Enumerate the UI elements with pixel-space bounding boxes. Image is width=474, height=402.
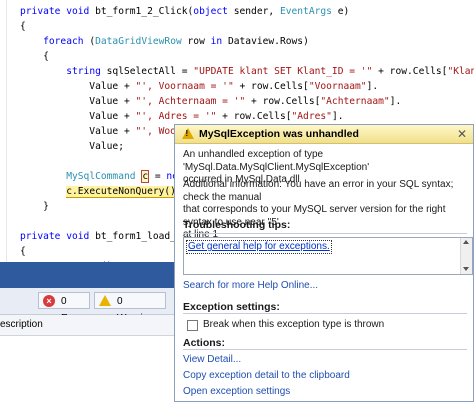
code-token: private void	[20, 6, 96, 17]
warnings-filter-button[interactable]: 0 Warnings	[94, 292, 166, 324]
code-token: Value +	[20, 111, 136, 122]
description-column-header[interactable]: escription	[0, 315, 178, 336]
code-token: "Voornaam"	[308, 81, 367, 92]
code-token: "', Voornaam = '"	[135, 81, 234, 92]
code-token: Value;	[20, 141, 124, 152]
actions-divider	[183, 349, 467, 350]
code-line: string sqlSelectAll = "UPDATE klant SET …	[20, 64, 474, 79]
code-token: sqlSelectAll =	[100, 66, 194, 77]
actions-heading: Actions:	[183, 337, 225, 349]
error-icon: ×	[43, 295, 55, 307]
code-token: ].	[331, 111, 344, 122]
code-token: DataGridViewRow	[95, 36, 182, 47]
code-token: (	[83, 36, 96, 47]
view-detail-link[interactable]: View Detail...	[183, 354, 241, 366]
copy-exception-detail-link[interactable]: Copy exception detail to the clipboard	[183, 370, 350, 382]
code-token: "UPDATE klant SET Klant_ID = '"	[193, 66, 373, 77]
code-token: c	[141, 170, 150, 183]
general-help-link[interactable]: Get general help for exceptions.	[186, 240, 332, 254]
dialog-title-bar: ! MySqlException was unhandled ✕	[175, 125, 473, 144]
code-token: "Adres"	[291, 111, 332, 122]
code-token: "', Adres = '"	[135, 111, 217, 122]
tips-scrollbar[interactable]	[460, 238, 472, 274]
error-list-panel: × 0 Errors 0 Warnings escription	[0, 262, 178, 402]
close-icon[interactable]: ✕	[457, 126, 467, 142]
description-header-label: escription	[0, 319, 43, 330]
code-token: bt_form1_2_Click(	[95, 6, 194, 17]
code-line: {	[20, 19, 26, 34]
error-list-toolbar: × 0 Errors 0 Warnings	[0, 288, 178, 324]
code-token: in	[210, 36, 223, 47]
code-line: private void bt_form1_2_Click(object sen…	[20, 4, 349, 19]
code-token: e)	[331, 6, 350, 17]
code-token: "Achternaam"	[320, 96, 390, 107]
code-token: + row.Cells[	[245, 96, 321, 107]
code-token: {	[20, 246, 26, 257]
panel-title-strip	[0, 262, 178, 288]
code-token: + row.Cells[	[216, 111, 292, 122]
troubleshooting-tips-heading: Troubleshooting tips:	[183, 219, 291, 231]
settings-divider	[183, 313, 467, 314]
warning-exclamation-icon: !	[185, 129, 189, 138]
code-line: }	[20, 199, 49, 214]
code-line: Value + "', Voornaam = '" + row.Cells["V…	[20, 79, 378, 94]
code-token: + row.Cells[	[233, 81, 309, 92]
code-line: {	[20, 49, 49, 64]
code-token: MySqlCommand	[66, 171, 136, 182]
message-line-1: An unhandled exception of type 'MySql.Da…	[183, 149, 370, 173]
code-token: }	[20, 201, 49, 212]
code-token: private void	[20, 231, 96, 242]
code-token: Value +	[20, 126, 136, 137]
errors-filter-button[interactable]: × 0 Errors	[38, 292, 90, 324]
open-exception-settings-link[interactable]: Open exception settings	[183, 386, 290, 398]
editor-gutter	[6, 0, 7, 262]
code-token: object	[193, 6, 228, 17]
scroll-up-icon[interactable]	[463, 240, 469, 244]
code-line: Value + "', Adres = '" + row.Cells["Adre…	[20, 109, 344, 124]
scroll-down-icon[interactable]	[463, 267, 469, 271]
code-token: c.ExecuteNonQuery();	[66, 186, 182, 198]
code-token: ].	[366, 81, 379, 92]
error-list	[0, 336, 178, 402]
code-token: {	[20, 21, 26, 32]
code-token: + row.Cells[	[372, 66, 448, 77]
break-when-thrown-checkbox[interactable]	[187, 320, 198, 331]
troubleshooting-tips-list: Get general help for exceptions.	[183, 237, 473, 275]
code-token: Value +	[20, 81, 136, 92]
warning-icon	[99, 295, 111, 306]
code-token: "', Achternaam = '"	[135, 96, 246, 107]
info-line-1: Additional information: You have an erro…	[183, 179, 454, 203]
code-line: Value;	[20, 139, 124, 154]
code-line: {	[20, 244, 26, 259]
code-token: {	[20, 51, 49, 62]
code-token: sender,	[227, 6, 280, 17]
code-line: c.ExecuteNonQuery();	[20, 184, 182, 199]
exception-settings-title: Exception settings:	[183, 301, 280, 313]
code-token: Value +	[20, 96, 136, 107]
tips-divider	[183, 233, 467, 234]
code-line: foreach (DataGridViewRow row in Dataview…	[20, 34, 309, 49]
code-line: Value + "', Achternaam = '" + row.Cells[…	[20, 94, 401, 109]
search-help-online-link[interactable]: Search for more Help Online...	[183, 280, 318, 292]
code-token: row	[181, 36, 211, 47]
code-token: "Klant_ID"	[447, 66, 474, 77]
code-token: foreach	[43, 36, 84, 47]
code-token: ].	[389, 96, 402, 107]
code-token: string	[66, 66, 101, 77]
dialog-title: MySqlException was unhandled	[199, 128, 359, 140]
code-token: Dataview.Rows)	[222, 36, 309, 47]
code-token: EventArgs	[279, 6, 332, 17]
exception-assistant-dialog: ! MySqlException was unhandled ✕ An unha…	[174, 124, 474, 402]
break-when-thrown-label: Break when this exception type is thrown	[203, 319, 385, 330]
code-token: =	[149, 171, 167, 182]
